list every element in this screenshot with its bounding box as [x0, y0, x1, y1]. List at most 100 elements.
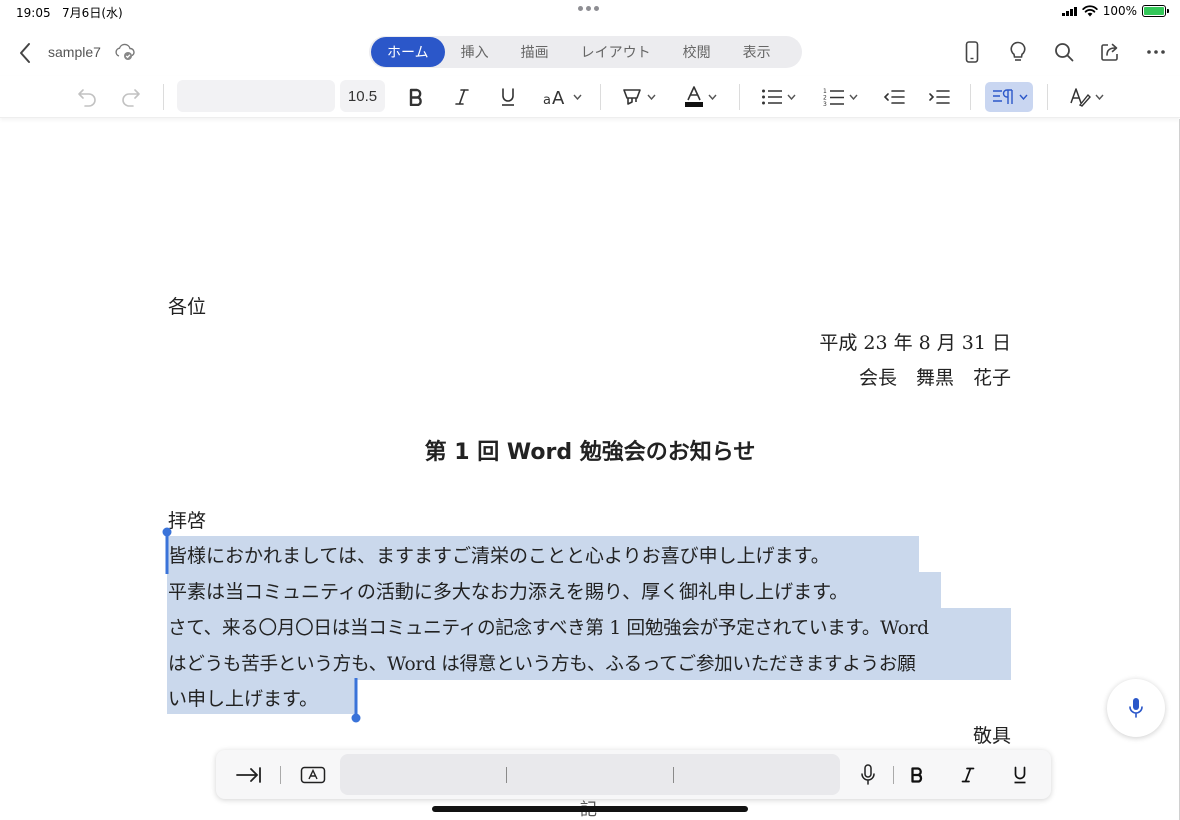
bullets-menu[interactable] [757, 82, 799, 112]
increase-indent-icon [929, 90, 950, 104]
share-button[interactable] [1098, 40, 1122, 64]
chevron-left-icon [20, 43, 30, 63]
redo-button[interactable] [118, 82, 144, 112]
font-name-field[interactable] [177, 80, 335, 112]
body-line-5: い申し上げます。 [167, 680, 357, 714]
bulleted-list-icon [761, 89, 782, 105]
underline-icon [502, 88, 514, 106]
ribbon-divider [1047, 84, 1048, 110]
phone-icon [965, 41, 979, 63]
multitasking-dots-icon[interactable] [578, 6, 599, 11]
status-time: 19:05 7月6日(水) [16, 6, 123, 20]
cellular-signal-icon [1061, 6, 1077, 16]
ribbon-divider [739, 84, 740, 110]
italic-icon [961, 767, 975, 783]
tab-insert[interactable]: 挿入 [445, 36, 505, 68]
chevron-down-icon [786, 94, 796, 100]
ribbon-divider [163, 84, 164, 110]
paragraph-marks-menu[interactable] [985, 82, 1033, 112]
increase-indent-button[interactable] [926, 82, 952, 112]
bold-button[interactable] [402, 82, 430, 112]
battery-charging-icon [1142, 5, 1169, 17]
home-indicator[interactable] [432, 806, 748, 812]
tab-review[interactable]: 校閲 [667, 36, 727, 68]
undo-button[interactable] [74, 82, 100, 112]
body-line-4: はどうも苦手という方も、Word は得意という方も、ふるってご参加いただきますよ… [167, 644, 1011, 680]
selection-end-handle[interactable] [351, 678, 361, 724]
dictate-button[interactable] [1107, 679, 1165, 737]
decrease-indent-button[interactable] [881, 82, 907, 112]
chevron-down-icon [1018, 94, 1028, 100]
selection-start-handle[interactable] [162, 527, 172, 575]
document-title: 第 1 回 Word 勉強会のお知らせ [424, 440, 756, 465]
title-bar: sample7 ホーム 挿入 描画 レイアウト 校閲 表示 [0, 24, 1180, 80]
home-ribbon: 10.5 aA 123 [0, 76, 1180, 118]
document-canvas[interactable]: 各位 平成 23 年 8 月 31 日 会長 舞黒 花子 第 1 回 Word … [0, 119, 1180, 820]
body-line-2: 平素は当コミュニティの活動に多大なお力添えを賜り、厚く御礼申し上げます。 [167, 572, 941, 608]
bar-divider [893, 766, 894, 784]
status-bar: 19:05 7月6日(水) 100% [0, 0, 1180, 24]
date-line: 平成 23 年 8 月 31 日 [819, 332, 1011, 354]
search-button[interactable] [1052, 40, 1076, 64]
text-format-button[interactable] [299, 762, 327, 788]
ellipsis-icon [1147, 50, 1165, 54]
font-color-icon [684, 86, 703, 107]
microphone-icon [861, 764, 875, 785]
tab-arrow-icon [236, 767, 261, 783]
battery-percent: 100% [1102, 4, 1137, 18]
numbered-list-icon: 123 [823, 88, 844, 107]
addressee-line: 各位 [168, 296, 207, 318]
suggestion-divider [506, 767, 507, 783]
italic-icon [455, 89, 469, 105]
keyboard-dictate-button[interactable] [856, 762, 880, 788]
back-button[interactable] [14, 39, 36, 67]
more-options-button[interactable] [1144, 40, 1168, 64]
lightbulb-icon [1010, 41, 1026, 61]
tab-home[interactable]: ホーム [371, 37, 445, 67]
chevron-down-icon [646, 94, 656, 100]
suggestion-divider [673, 767, 674, 783]
highlight-menu[interactable] [618, 82, 658, 112]
search-icon [1055, 43, 1074, 62]
closing-line: 敬具 [972, 725, 1011, 747]
status-date: 7月6日(水) [62, 6, 123, 20]
cloud-saved-icon[interactable] [114, 42, 136, 62]
tab-layout[interactable]: レイアウト [565, 36, 667, 68]
svg-text:a: a [543, 93, 551, 106]
predictive-text-bar[interactable] [340, 754, 840, 795]
keyboard-underline-button[interactable] [1008, 762, 1032, 788]
change-case-icon: aA [543, 88, 565, 106]
document-name[interactable]: sample7 [48, 44, 101, 60]
svg-text:3: 3 [823, 101, 827, 107]
microphone-icon [1129, 698, 1143, 718]
ribbon-divider [600, 84, 601, 110]
decrease-indent-icon [883, 90, 905, 104]
italic-button[interactable] [448, 82, 476, 112]
chevron-down-icon [848, 94, 858, 100]
styles-menu[interactable] [1065, 82, 1107, 112]
chevron-down-icon [572, 94, 582, 100]
keyboard-bold-button[interactable] [905, 762, 929, 788]
underline-button[interactable] [494, 82, 522, 112]
keyboard-italic-button[interactable] [956, 762, 980, 788]
body-line-1: 皆様におかれましては、ますますご清栄のことと心よりお喜び申し上げます。 [167, 536, 919, 572]
tab-view[interactable]: 表示 [727, 36, 787, 68]
mobile-view-button[interactable] [960, 40, 984, 64]
numbering-menu[interactable]: 123 [819, 82, 861, 112]
font-size-field[interactable]: 10.5 [340, 80, 385, 112]
font-color-menu[interactable] [680, 82, 720, 112]
wifi-icon [1081, 5, 1098, 17]
sender-line: 会長 舞黒 花子 [858, 367, 1011, 389]
bar-divider [280, 766, 281, 784]
text-size-menu[interactable]: aA [540, 82, 584, 112]
share-icon [1101, 43, 1118, 61]
show-paragraph-marks-icon [992, 89, 1013, 104]
tab-key-button[interactable] [235, 762, 263, 788]
ideas-button[interactable] [1006, 40, 1030, 64]
body-line-3: さて、来る〇月〇日は当コミュニティの記念すべき第 1 回勉強会が予定されています… [167, 608, 1011, 644]
svg-text:A: A [552, 88, 565, 106]
tab-draw[interactable]: 描画 [505, 36, 565, 68]
chevron-down-icon [1094, 94, 1104, 100]
bold-icon [409, 88, 422, 106]
format-a-icon [300, 766, 326, 784]
